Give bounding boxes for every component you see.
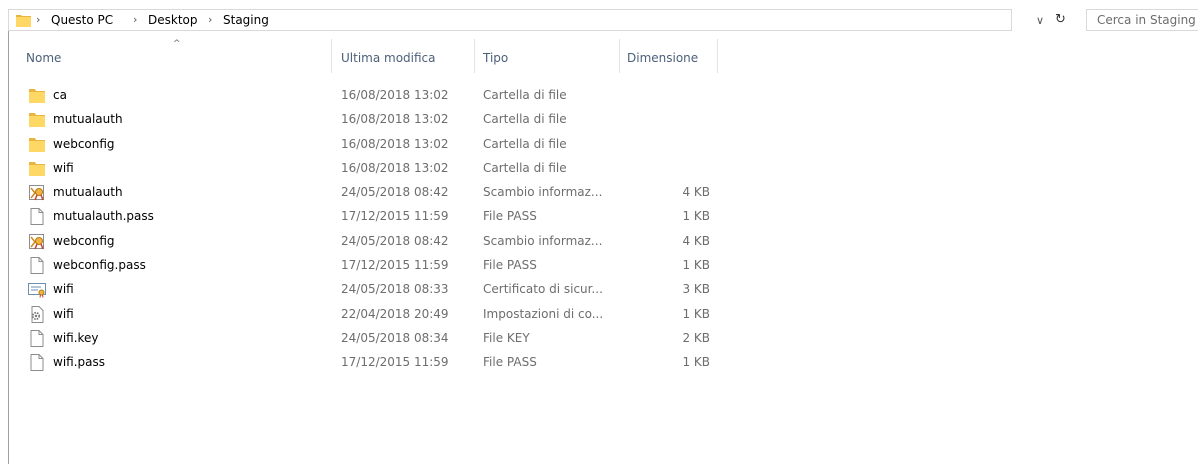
- file-type: Scambio informaz...: [483, 185, 603, 200]
- file-type: Cartella di file: [483, 88, 567, 102]
- file-size: 2 KB: [682, 330, 710, 345]
- refresh-icon[interactable]: ↻: [1055, 12, 1066, 27]
- address-bar[interactable]: › Questo PC › Desktop › Staging: [8, 9, 1012, 31]
- column-header-size[interactable]: Dimensione: [627, 35, 698, 73]
- file-type: File KEY: [483, 330, 530, 345]
- column-divider[interactable]: [474, 39, 475, 73]
- folder-icon: [28, 136, 46, 153]
- chevron-right-icon[interactable]: ›: [208, 13, 212, 26]
- file-type: Impostazioni di co...: [483, 306, 604, 321]
- column-header-name[interactable]: Nome: [26, 35, 61, 73]
- file-row[interactable]: wifi 22/04/2018 20:49 Impostazioni di co..…: [9, 302, 1198, 326]
- file-name[interactable]: webconfig: [53, 137, 115, 151]
- address-bar-row: › Questo PC › Desktop › Staging ∨ ↻: [0, 0, 1198, 31]
- chevron-right-icon[interactable]: ›: [133, 13, 137, 26]
- column-header-type[interactable]: Tipo: [483, 35, 508, 73]
- file-row[interactable]: webconfig.pass 17/12/2015 11:59 File PASS 1…: [9, 253, 1198, 277]
- file-modified-date: 17/12/2015 11:59: [341, 355, 449, 370]
- column-divider[interactable]: [717, 39, 718, 73]
- file-type: Scambio informaz...: [483, 233, 603, 248]
- search-box[interactable]: [1086, 9, 1198, 31]
- file-name[interactable]: wifi.key: [53, 331, 99, 345]
- file-modified-date: 16/08/2018 13:02: [341, 136, 449, 151]
- column-divider[interactable]: [331, 39, 332, 73]
- file-modified-date: 24/05/2018 08:34: [341, 330, 449, 345]
- folder-icon: [28, 111, 46, 128]
- file-modified-date: 17/12/2015 11:59: [341, 258, 449, 273]
- file-name[interactable]: wifi: [53, 282, 74, 296]
- column-header-row: ^ Nome Ultima modifica Tipo Dimensione: [9, 35, 1198, 73]
- file-name[interactable]: mutualauth: [53, 112, 123, 126]
- file-type: Cartella di file: [483, 160, 567, 175]
- file-modified-date: 16/08/2018 13:02: [341, 88, 449, 102]
- folder-icon: [16, 15, 31, 27]
- column-divider[interactable]: [619, 39, 620, 73]
- file-name[interactable]: webconfig: [53, 234, 115, 248]
- file-type: Cartella di file: [483, 112, 567, 127]
- file-name[interactable]: ca: [53, 88, 67, 102]
- file-row[interactable]: wifi 24/05/2018 08:33 Certificato di sicur…: [9, 277, 1198, 301]
- file-name[interactable]: wifi.pass: [53, 355, 105, 369]
- file-row[interactable]: mutualauth 16/08/2018 13:02 Cartella di fi…: [9, 107, 1198, 131]
- file-name[interactable]: mutualauth.pass: [53, 209, 154, 223]
- file-type: File PASS: [483, 209, 537, 224]
- file-modified-date: 22/04/2018 20:49: [341, 306, 449, 321]
- file-row[interactable]: mutualauth.pass 17/12/2015 11:59 File PASS…: [9, 204, 1198, 228]
- breadcrumb-desktop[interactable]: Desktop: [148, 13, 198, 27]
- security-certificate-icon: [28, 281, 46, 298]
- file-row[interactable]: wifi.pass 17/12/2015 11:59 File PASS 1 KB: [9, 350, 1198, 374]
- file-modified-date: 24/05/2018 08:33: [341, 282, 449, 297]
- blank-file-icon: [28, 257, 46, 275]
- file-modified-date: 24/05/2018 08:42: [341, 185, 449, 200]
- chevron-down-icon[interactable]: ∨: [1036, 14, 1044, 27]
- file-type: File PASS: [483, 258, 537, 273]
- file-name[interactable]: mutualauth: [53, 185, 123, 199]
- blank-file-icon: [28, 208, 46, 226]
- config-settings-file-icon: [28, 305, 46, 323]
- file-name[interactable]: wifi: [53, 307, 74, 321]
- pfx-certificate-icon: [28, 184, 46, 201]
- file-modified-date: 16/08/2018 13:02: [341, 112, 449, 127]
- file-type: Cartella di file: [483, 136, 567, 151]
- file-type: Certificato di sicur...: [483, 282, 603, 297]
- file-row[interactable]: wifi.key 24/05/2018 08:34 File KEY 2 KB: [9, 326, 1198, 350]
- breadcrumb-questo-pc[interactable]: Questo PC: [51, 13, 113, 27]
- file-row[interactable]: webconfig 24/05/2018 08:42 Scambio informa…: [9, 229, 1198, 253]
- file-modified-date: 16/08/2018 13:02: [341, 160, 449, 175]
- file-row[interactable]: mutualauth 24/05/2018 08:42 Scambio inform…: [9, 180, 1198, 204]
- file-size: 4 KB: [682, 233, 710, 248]
- file-size: 3 KB: [682, 282, 710, 297]
- file-row[interactable]: ca 16/08/2018 13:02 Cartella di file: [9, 83, 1198, 107]
- chevron-right-icon[interactable]: ›: [36, 13, 40, 26]
- breadcrumb-staging[interactable]: Staging: [223, 13, 269, 27]
- folder-icon: [28, 87, 46, 104]
- file-size: 4 KB: [682, 185, 710, 200]
- search-input[interactable]: [1087, 10, 1198, 30]
- pfx-certificate-icon: [28, 233, 46, 250]
- file-name[interactable]: wifi: [53, 161, 74, 175]
- file-size: 1 KB: [682, 209, 710, 224]
- file-size: 1 KB: [682, 258, 710, 273]
- column-header-modified[interactable]: Ultima modifica: [341, 35, 436, 73]
- file-name[interactable]: webconfig.pass: [53, 258, 146, 272]
- blank-file-icon: [28, 354, 46, 372]
- file-list: ca 16/08/2018 13:02 Cartella di file mutual…: [9, 83, 1198, 375]
- file-size: 1 KB: [682, 355, 710, 370]
- file-type: File PASS: [483, 355, 537, 370]
- file-row[interactable]: wifi 16/08/2018 13:02 Cartella di file: [9, 156, 1198, 180]
- sort-ascending-icon: ^: [173, 39, 181, 49]
- file-modified-date: 17/12/2015 11:59: [341, 209, 449, 224]
- file-modified-date: 24/05/2018 08:42: [341, 233, 449, 248]
- folder-icon: [28, 160, 46, 177]
- blank-file-icon: [28, 329, 46, 347]
- file-row[interactable]: webconfig 16/08/2018 13:02 Cartella di fil…: [9, 132, 1198, 156]
- file-size: 1 KB: [682, 306, 710, 321]
